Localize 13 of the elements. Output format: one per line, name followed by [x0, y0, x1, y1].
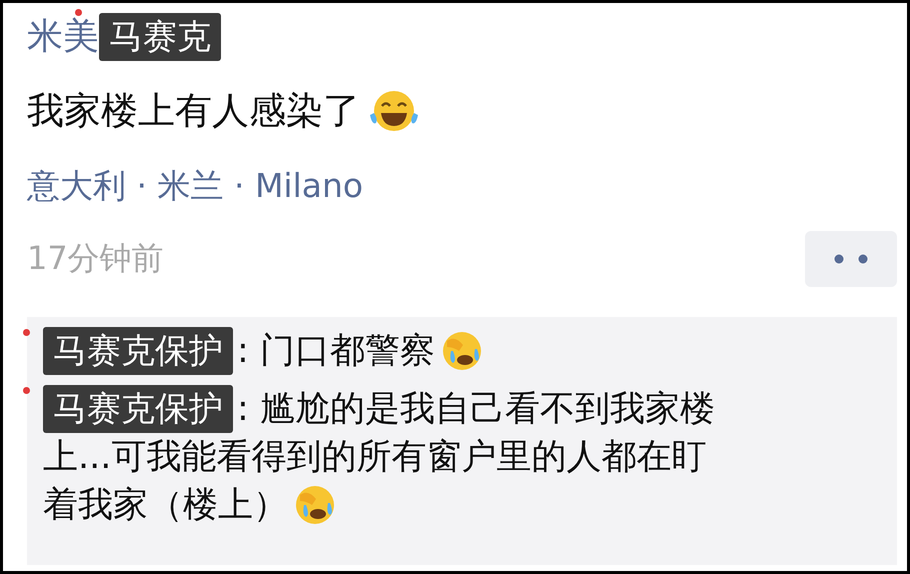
location-link[interactable]: 意大利 · 米兰 · Milano — [27, 166, 364, 205]
dot-icon — [23, 329, 30, 336]
comment-text: 着我家（楼上） — [43, 484, 288, 527]
more-button[interactable] — [805, 231, 897, 287]
post-time: 17分钟前 — [27, 238, 164, 279]
comment-text: : 尴尬的是我自己看不到我家楼 — [237, 388, 715, 431]
dot-icon — [75, 9, 82, 16]
dots-icon — [834, 254, 868, 264]
author-name[interactable]: 米美 — [27, 13, 99, 61]
comment-text: : 门口都警察 — [237, 330, 435, 373]
comment-text: 上...可我能看得到的所有窗户里的人都在盯 — [43, 436, 706, 479]
dot-icon — [23, 387, 30, 394]
post-text: 我家楼上有人感染了 — [27, 88, 360, 134]
